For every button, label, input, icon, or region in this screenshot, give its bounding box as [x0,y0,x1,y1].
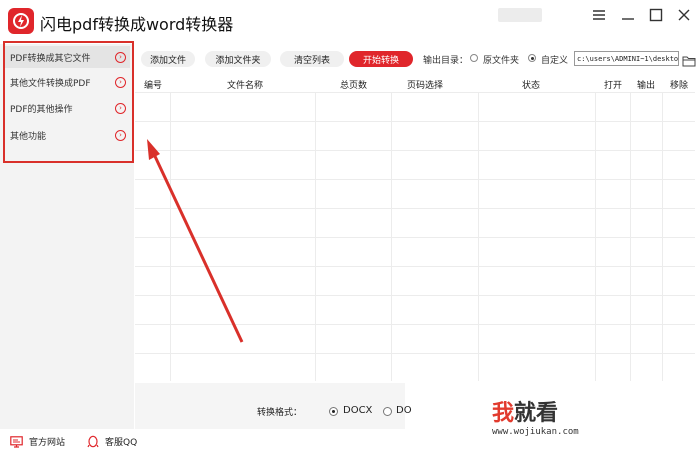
watermark-url: www.wojiukan.com [492,427,579,437]
format-panel: 转换格式： DOCX DO [135,383,412,429]
col-file-name: 文件名称 [227,81,264,91]
sidebar-item-pdf-to-other[interactable]: PDF转换成其它文件 › [4,46,130,68]
site-watermark: 我就看 www.wojiukan.com [474,395,664,443]
sidebar-item-pdf-operations[interactable]: PDF的其他操作 › [4,97,130,119]
radio-source-folder-label: 原文件夹 [483,56,520,66]
col-index: 编号 [144,81,163,91]
format-option-doc: DO [396,405,412,416]
clear-list-button[interactable]: 清空列表 [280,51,344,67]
folder-icon[interactable] [682,52,696,67]
col-status: 状态 [522,81,541,91]
close-icon[interactable] [674,6,694,24]
col-remove: 移除 [670,81,689,91]
col-open: 打开 [604,81,623,91]
sidebar: PDF转换成其它文件 › 其他文件转换成PDF › PDF的其他操作 › 其他功… [0,44,134,429]
chevron-right-icon: › [115,76,126,88]
user-avatar[interactable] [498,8,542,22]
maximize-icon[interactable] [646,6,666,24]
toolbar: 添加文件 添加文件夹 清空列表 开始转换 输出目录： 原文件夹 自定义 c:\u… [135,44,700,74]
sidebar-item-other-to-pdf[interactable]: 其他文件转换成PDF › [4,71,130,93]
official-website-label: 官方网站 [29,438,66,448]
col-total-pages: 总页数 [340,81,368,91]
watermark-title: 我就看 [492,395,558,427]
radio-doc[interactable] [383,407,392,416]
format-option-docx: DOCX [343,405,373,416]
radio-docx[interactable] [329,407,338,416]
title-bar: 闪电pdf转换成word转换器 [0,0,700,44]
chevron-right-icon: › [115,129,126,141]
chevron-right-icon: › [115,102,126,114]
monitor-icon [10,435,23,448]
qq-penguin-icon [86,435,99,448]
watermark-title-dark: 就看 [514,401,559,426]
col-output: 输出 [637,81,656,91]
sidebar-item-label: 其他功能 [10,131,47,142]
col-page-select: 页码选择 [407,81,444,91]
sidebar-item-other-functions[interactable]: 其他功能 › [4,124,130,146]
sidebar-item-label: 其他文件转换成PDF [10,78,91,89]
sidebar-item-label: PDF转换成其它文件 [10,53,91,64]
table-grid [135,92,695,381]
menu-icon[interactable] [589,6,609,24]
minimize-icon[interactable] [618,6,638,24]
customer-qq-label: 客服QQ [105,438,138,448]
format-label: 转换格式： [257,408,303,418]
watermark-title-red: 我 [492,401,515,426]
chevron-right-icon: › [115,51,126,63]
output-path-field[interactable]: c:\users\ADMINI~1\desktop [574,51,679,66]
sidebar-item-label: PDF的其他操作 [10,104,73,115]
window-title: 闪电pdf转换成word转换器 [40,15,234,34]
file-table: 编号 文件名称 总页数 页码选择 状态 打开 输出 移除 [135,76,695,381]
radio-custom[interactable] [528,54,536,62]
customer-qq-link[interactable]: 客服QQ [86,435,137,448]
radio-source-folder[interactable] [470,54,478,62]
add-file-button[interactable]: 添加文件 [141,51,195,67]
official-website-link[interactable]: 官方网站 [10,435,65,448]
add-folder-button[interactable]: 添加文件夹 [205,51,271,67]
radio-custom-label: 自定义 [541,56,569,66]
output-dir-label: 输出目录： [423,56,469,66]
app-logo-icon [8,8,34,34]
table-header: 编号 文件名称 总页数 页码选择 状态 打开 输出 移除 [135,76,695,92]
start-convert-button[interactable]: 开始转换 [349,51,413,67]
